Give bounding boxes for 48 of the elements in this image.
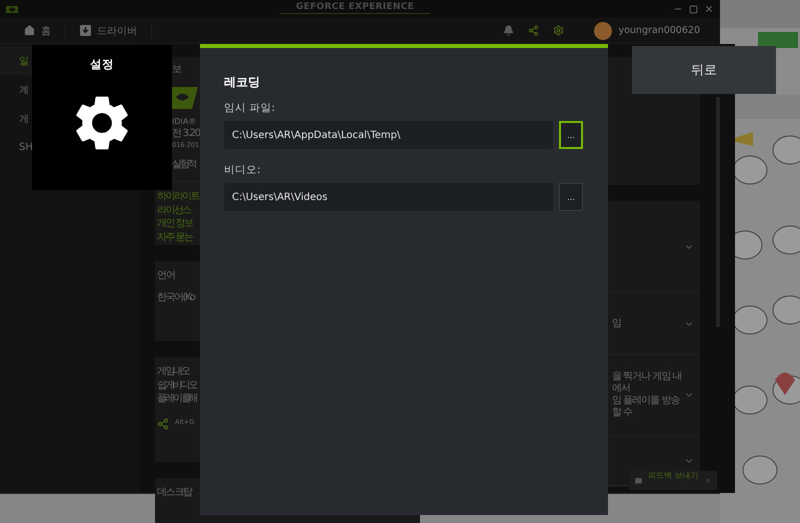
nav-link[interactable]: 홈 [24,24,66,38]
sidebar-item[interactable]: SH [0,133,32,162]
card-heading: 게임 내 오 [157,365,190,378]
close-icon[interactable] [704,476,711,485]
nav-link[interactable]: 드라이버 [80,24,152,38]
card-description: 플레이를 해 [157,392,197,406]
about-link[interactable]: 자주 묻는 [157,230,192,244]
dialog-heading: 레코딩 [224,74,261,91]
browse-button[interactable]: ... [559,183,583,211]
path-field[interactable]: C:\Users\AR\AppData\Local\Temp\ [224,121,553,149]
share-icon [157,418,169,430]
back-button[interactable]: 뒤로 [632,46,776,94]
field-label: 비디오: [224,163,262,177]
maximize-icon[interactable] [689,4,698,14]
card-heading: 언어 [157,269,175,282]
feedback-link[interactable]: 피드백 보내기 [648,471,699,482]
settings-icon[interactable] [553,25,564,36]
about-link[interactable]: 하이라이트 [157,190,200,204]
about-text: IDIA® [171,116,196,128]
sidebar-item[interactable]: 게 [0,104,32,133]
avatar[interactable] [594,22,612,40]
chat-icon [635,476,642,486]
share-icon[interactable] [528,25,540,36]
logo-icon [172,86,198,108]
bell-icon[interactable] [503,25,514,36]
home-icon [24,25,35,36]
card-heading: 데스크탑 [157,486,192,500]
path-field[interactable]: C:\Users\AR\Videos [224,183,553,211]
about-link[interactable]: 개인 정보 [157,217,192,231]
close-icon[interactable] [704,4,714,14]
feature-description: 을 찍거나 게임 내에서 [612,371,683,395]
feature-description: 임 [612,318,622,330]
about-link[interactable]: 라이선스 [157,204,191,218]
browse-button[interactable]: ... [559,121,583,149]
tile-title: 설정 [90,57,114,72]
sidebar-item[interactable]: 계 [0,75,32,104]
logo-icon [6,4,18,14]
language-value: 한국어 (Ko [157,290,194,304]
card-description: 쉽게 비디오 [157,378,197,392]
card-heading: 보 [171,63,182,76]
username: youngran000620 [618,25,700,36]
window-title: GEFORCE EXPERIENCE [296,2,414,12]
feature-description: 임 플레이를 방송할 수 [612,395,681,419]
checkbox-label: 실험적 [171,158,196,172]
sidebar-item[interactable]: 일 [0,46,32,75]
field-label: 임시 파일: [224,101,276,115]
about-text: 전 3.20 [171,127,200,141]
download-square-icon [80,25,91,36]
